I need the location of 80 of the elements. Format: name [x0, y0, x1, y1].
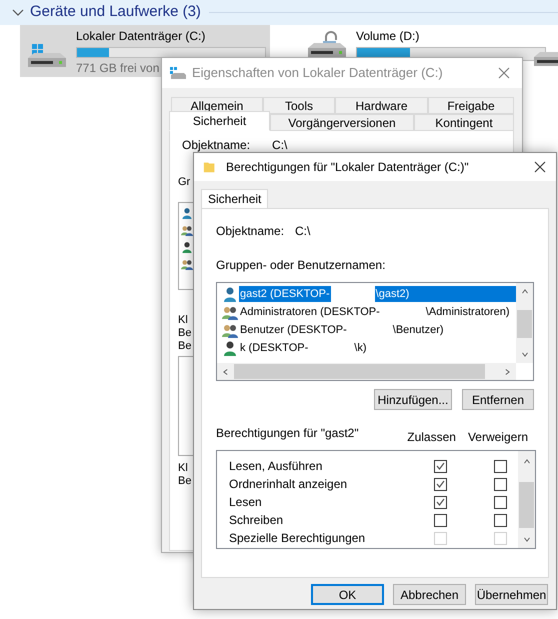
button[interactable]: Hinzufügen... — [374, 389, 452, 410]
button[interactable]: Übernehmen — [475, 584, 548, 605]
label-fragment: Be — [178, 327, 192, 340]
tab[interactable]: Tools — [263, 97, 335, 114]
checkbox[interactable] — [494, 496, 507, 508]
user-list-item[interactable]: Benutzer (DESKTOP- \Benutzer) — [222, 321, 516, 339]
scrollbar-thumb[interactable] — [517, 310, 532, 338]
user-icon — [222, 286, 238, 302]
checkbox[interactable] — [494, 478, 507, 490]
column-header: Verweigern — [468, 429, 528, 446]
checkbox[interactable] — [434, 478, 447, 490]
user-name-text: Benutzer (DESKTOP- — [239, 322, 348, 338]
user-list-item[interactable]: Administratoren (DESKTOP- \Administratoren) — [222, 303, 516, 321]
user-name-text: \k) — [353, 340, 368, 356]
value: C:\ — [272, 139, 288, 152]
user-icon — [181, 224, 193, 236]
permission-name: Schreiben — [229, 512, 284, 529]
drive-name: Volume (D:) — [356, 28, 420, 45]
label: Objektname: — [216, 223, 286, 240]
user-name-text: \gast2) — [374, 286, 410, 302]
checkbox[interactable] — [434, 514, 447, 526]
tab[interactable]: Freigabe — [428, 97, 514, 114]
scroll-down-icon — [522, 537, 530, 542]
tab[interactable]: Sicherheit — [169, 111, 270, 131]
scrollbar-thumb[interactable] — [519, 482, 534, 528]
button[interactable]: OK — [311, 584, 384, 605]
scroll-up-icon — [520, 289, 528, 294]
label-fragment: Be — [178, 475, 192, 488]
user-name-text: gast2 (DESKTOP- — [239, 286, 331, 302]
scroll-up-icon — [522, 459, 530, 464]
permission-name: Lesen — [229, 494, 263, 511]
permission-name: Spezielle Berechtigungen — [229, 530, 366, 547]
close-icon — [534, 161, 546, 173]
column-header: Zulassen — [407, 429, 456, 446]
checkbox[interactable] — [434, 460, 447, 472]
label-fragment: Kl — [178, 462, 188, 475]
checkmark-icon — [436, 462, 445, 470]
checkmark-icon — [436, 480, 445, 488]
window-title: Berechtigungen für "Lokaler Datenträger (C:)" — [226, 159, 469, 176]
tab[interactable]: Vorgängerversionen — [270, 114, 414, 131]
drive-icon — [534, 52, 558, 66]
label: Objektname: — [182, 139, 250, 152]
user-group-icon — [222, 304, 238, 320]
button[interactable]: Entfernen — [462, 389, 534, 410]
value: C:\ — [295, 223, 310, 240]
drive-icon — [170, 67, 186, 79]
tab[interactable]: Sicherheit — [201, 189, 268, 209]
label: Berechtigungen für "gast2" — [216, 425, 359, 442]
label-fragment: Kl — [178, 314, 188, 327]
permission-name: Ordnerinhalt anzeigen — [229, 476, 348, 493]
label: Gruppen- oder Benutzernamen: — [216, 257, 386, 274]
label-fragment: Be — [178, 340, 192, 353]
user-name-text: \Administratoren) — [424, 304, 511, 320]
scroll-right-icon — [505, 368, 510, 376]
user-icon — [222, 340, 238, 356]
scrollbar-thumb[interactable] — [234, 364, 485, 379]
folder-icon — [203, 160, 217, 174]
user-icon — [181, 207, 193, 219]
user-icon — [181, 241, 193, 253]
user-group-icon — [222, 322, 238, 338]
checkbox[interactable] — [494, 460, 507, 472]
button[interactable]: Abbrechen — [393, 584, 466, 605]
scroll-down-icon — [520, 352, 528, 357]
label-fragment: Gr — [178, 176, 190, 189]
checkbox[interactable] — [494, 514, 507, 526]
scroll-left-icon — [223, 368, 228, 376]
permission-name: Lesen, Ausführen — [229, 458, 324, 475]
tab[interactable]: Kontingent — [414, 114, 514, 131]
tab[interactable]: Hardware — [335, 97, 428, 114]
user-name-text: Administratoren (DESKTOP- — [239, 304, 381, 320]
checkmark-icon — [436, 498, 445, 506]
free-space-text: 771 GB frei von — [76, 60, 160, 77]
close-icon — [498, 67, 510, 79]
user-list-item[interactable]: gast2 (DESKTOP- \gast2) — [222, 285, 516, 303]
checkbox[interactable] — [434, 496, 447, 508]
user-name-text: \Benutzer) — [392, 322, 445, 338]
user-name-text: k (DESKTOP- — [239, 340, 310, 356]
user-icon — [181, 258, 193, 270]
drive-name: Lokaler Datenträger (C:) — [76, 28, 206, 45]
user-list-item[interactable]: k (DESKTOP- \k) — [222, 339, 516, 357]
